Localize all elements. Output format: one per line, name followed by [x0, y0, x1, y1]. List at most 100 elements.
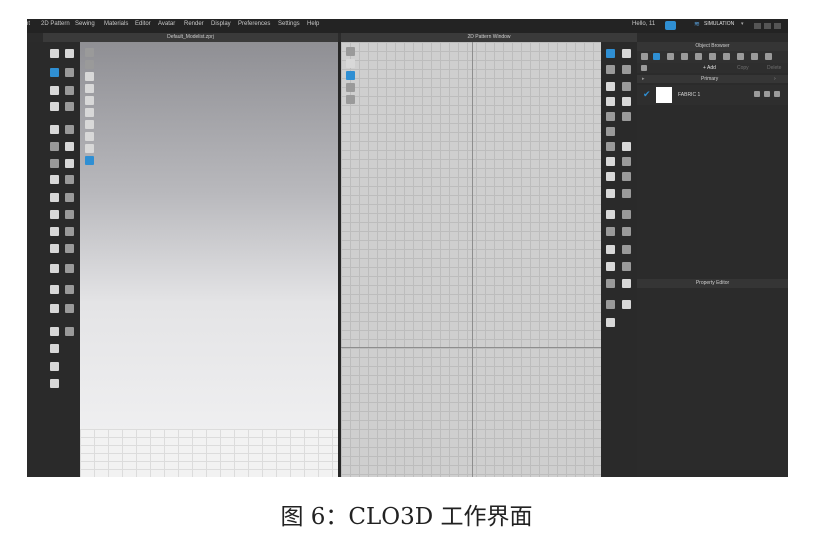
- tuck-icon[interactable]: [50, 142, 59, 151]
- stress-icon[interactable]: [65, 125, 74, 134]
- ruler-icon[interactable]: [622, 262, 631, 271]
- mannequin-icon[interactable]: [50, 379, 59, 388]
- seam-allowance-icon[interactable]: [606, 142, 615, 151]
- puckering-tab-icon[interactable]: [709, 53, 716, 60]
- viewport-3d[interactable]: [80, 42, 338, 477]
- dress-form-icon[interactable]: [50, 362, 59, 371]
- rectangle-icon[interactable]: [622, 82, 631, 91]
- grading-2d-icon[interactable]: [606, 279, 615, 288]
- fabric-apply-icon[interactable]: [764, 91, 770, 97]
- edit-pattern-icon[interactable]: [622, 49, 631, 58]
- transform-icon[interactable]: [50, 68, 59, 77]
- menu-sewing[interactable]: Sewing: [75, 21, 95, 27]
- colorway-arrows-icon[interactable]: ›: [774, 76, 776, 82]
- arrangement-icon[interactable]: [50, 285, 59, 294]
- view-garment-icon[interactable]: [85, 60, 94, 69]
- trim-tab-icon[interactable]: [737, 53, 744, 60]
- garment-fit-icon[interactable]: [50, 102, 59, 111]
- view-mesh-icon[interactable]: [85, 84, 94, 93]
- grading-icon[interactable]: [65, 264, 74, 273]
- checkmark-icon[interactable]: ✔: [643, 89, 651, 100]
- topstitch-icon[interactable]: [65, 142, 74, 151]
- menu-editor[interactable]: Editor: [135, 21, 151, 27]
- view-pins-icon[interactable]: [85, 96, 94, 105]
- line-icon[interactable]: [50, 327, 59, 336]
- zip-icon[interactable]: [50, 159, 59, 168]
- menu-materials[interactable]: Materials: [104, 21, 128, 27]
- button-tool-icon[interactable]: [65, 159, 74, 168]
- view-light-icon[interactable]: [85, 144, 94, 153]
- fold-icon[interactable]: [65, 68, 74, 77]
- primary-colorway-row[interactable]: ▸ Primary ›: [637, 75, 788, 83]
- fabric-delete-icon[interactable]: [774, 91, 780, 97]
- menu-help[interactable]: Help: [307, 21, 319, 27]
- graphic-2d-icon[interactable]: [622, 210, 631, 219]
- menu-file[interactable]: nt: [27, 21, 30, 27]
- texture-icon[interactable]: [50, 193, 59, 202]
- button-tab-icon[interactable]: [667, 53, 674, 60]
- mode-label[interactable]: SIMULATION: [704, 21, 734, 27]
- point-icon[interactable]: [65, 327, 74, 336]
- pattern-2d-window[interactable]: [341, 42, 601, 477]
- shoes-icon[interactable]: [50, 244, 59, 253]
- close-icon[interactable]: [774, 23, 781, 29]
- select-mesh-icon[interactable]: [65, 49, 74, 58]
- view-seams-icon[interactable]: [85, 108, 94, 117]
- buttonhole-tab-icon[interactable]: [681, 53, 688, 60]
- copy-button[interactable]: Copy: [737, 65, 749, 71]
- size-icon[interactable]: [50, 264, 59, 273]
- pen-icon[interactable]: [50, 344, 59, 353]
- edit-sewing-icon[interactable]: [606, 189, 615, 198]
- avatar-icon[interactable]: [65, 210, 74, 219]
- graphic-tab-icon[interactable]: [723, 53, 730, 60]
- dart-icon[interactable]: [606, 112, 615, 121]
- free-sewing-icon[interactable]: [622, 157, 631, 166]
- menu-2d-pattern[interactable]: 2D Pattern: [41, 21, 70, 27]
- pattern-grade-icon[interactable]: [346, 83, 355, 92]
- maximize-icon[interactable]: [764, 23, 771, 29]
- view-avatar-icon[interactable]: [85, 48, 94, 57]
- mode-dropdown-icon[interactable]: ▾: [741, 21, 744, 27]
- edit-texture-icon[interactable]: [622, 227, 631, 236]
- lasso-icon[interactable]: [606, 318, 615, 327]
- render-icon[interactable]: [65, 227, 74, 236]
- fabric-swatch[interactable]: [656, 87, 672, 103]
- folder-icon[interactable]: [641, 65, 647, 71]
- view-axis-icon[interactable]: [85, 132, 94, 141]
- list-icon[interactable]: [641, 53, 648, 60]
- more-tab-icon[interactable]: [765, 53, 772, 60]
- menu-display[interactable]: Display: [211, 21, 231, 27]
- pressure-icon[interactable]: [50, 125, 59, 134]
- add-button[interactable]: + Add: [703, 65, 716, 71]
- minimize-icon[interactable]: [754, 23, 761, 29]
- pin-icon[interactable]: [65, 86, 74, 95]
- menu-settings[interactable]: Settings: [278, 21, 300, 27]
- layer-icon[interactable]: [65, 285, 74, 294]
- pattern-view-icon[interactable]: [346, 47, 355, 56]
- grid-2d-icon[interactable]: [622, 300, 631, 309]
- topstitch-tab-icon[interactable]: [695, 53, 702, 60]
- edit-curvature-icon[interactable]: [622, 65, 631, 74]
- text-icon[interactable]: [622, 245, 631, 254]
- notch-icon[interactable]: [606, 127, 615, 136]
- text-font-icon[interactable]: [606, 262, 615, 271]
- cloud-icon[interactable]: [665, 21, 676, 30]
- fabric-tab-icon[interactable]: [653, 53, 660, 60]
- pattern-hide-icon[interactable]: [346, 95, 355, 104]
- puckering-icon[interactable]: [606, 227, 615, 236]
- tack-icon[interactable]: [50, 86, 59, 95]
- expand-icon[interactable]: ▸: [642, 76, 645, 82]
- view-camera-icon[interactable]: [85, 156, 94, 165]
- graphic-icon[interactable]: [50, 210, 59, 219]
- check-sewing-icon[interactable]: [622, 172, 631, 181]
- fold-arrangement-icon[interactable]: [622, 142, 631, 151]
- annotation-icon[interactable]: [606, 245, 615, 254]
- pattern-layout-icon[interactable]: [346, 59, 355, 68]
- tape-icon[interactable]: [65, 175, 74, 184]
- view-grid-icon[interactable]: [85, 120, 94, 129]
- button-2d-icon[interactable]: [622, 279, 631, 288]
- zipper-tab-icon[interactable]: [751, 53, 758, 60]
- menu-avatar[interactable]: Avatar: [158, 21, 175, 27]
- buttonhole-icon[interactable]: [606, 300, 615, 309]
- delete-button[interactable]: Delete: [767, 65, 781, 71]
